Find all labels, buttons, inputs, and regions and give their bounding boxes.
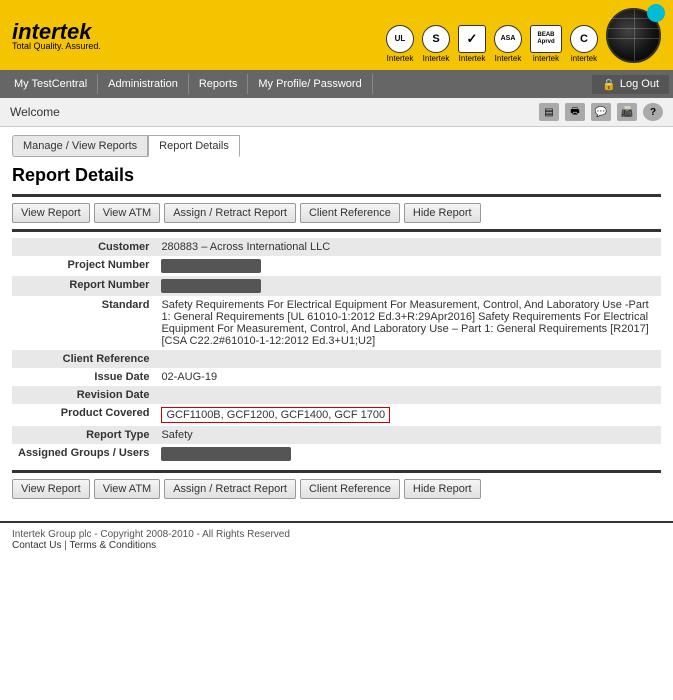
navbar: My TestCentral Administration Reports My… bbox=[0, 70, 673, 98]
nav-tab-profile[interactable]: My Profile/ Password bbox=[248, 74, 372, 94]
fax-icon[interactable]: 📠 bbox=[617, 103, 637, 121]
chat-icon[interactable]: 💬 bbox=[591, 103, 611, 121]
table-row-report-number: Report Number bbox=[12, 276, 661, 296]
cert-icons-row: UL Intertek S Intertek ✓ Intertek ASA In… bbox=[386, 8, 661, 63]
label-project-number: Project Number bbox=[12, 256, 155, 276]
client-reference-button-top[interactable]: Client Reference bbox=[300, 203, 400, 223]
divider-after-buttons bbox=[12, 229, 661, 232]
label-standard: Standard bbox=[12, 296, 155, 350]
nav-tab-administration[interactable]: Administration bbox=[98, 74, 189, 94]
table-row-product-covered: Product Covered GCF1100B, GCF1200, GCF14… bbox=[12, 404, 661, 426]
value-customer: 280883 – Across International LLC bbox=[155, 238, 661, 256]
breadcrumb-tab-details[interactable]: Report Details bbox=[148, 135, 240, 157]
lock-icon: 🔒 bbox=[602, 78, 616, 91]
logo: intertek Total Quality. Assured. bbox=[12, 19, 101, 51]
footer: Intertek Group plc - Copyright 2008-2010… bbox=[0, 521, 673, 557]
top-divider bbox=[12, 194, 661, 197]
value-project-number bbox=[155, 256, 661, 276]
breadcrumb-tab-manage[interactable]: Manage / View Reports bbox=[12, 135, 148, 157]
redacted-project-number bbox=[161, 259, 261, 273]
label-issue-date: Issue Date bbox=[12, 368, 155, 386]
cert-asa: ASA Intertek bbox=[494, 25, 522, 63]
redacted-assigned-groups bbox=[161, 447, 291, 461]
table-row-client-reference: Client Reference bbox=[12, 350, 661, 368]
value-assigned-groups bbox=[155, 444, 661, 464]
table-row-report-type: Report Type Safety bbox=[12, 426, 661, 444]
cert-icon-check: ✓ bbox=[458, 25, 486, 53]
content-area: Manage / View Reports Report Details Rep… bbox=[0, 127, 673, 513]
value-product-covered: GCF1100B, GCF1200, GCF1400, GCF 1700 bbox=[155, 404, 661, 426]
contact-us-link[interactable]: Contact Us bbox=[12, 540, 61, 551]
cert-icon-ul: UL bbox=[386, 25, 414, 53]
redacted-report-number bbox=[161, 279, 261, 293]
view-report-button-bottom[interactable]: View Report bbox=[12, 479, 90, 499]
page-title: Report Details bbox=[12, 165, 661, 186]
view-atm-button-bottom[interactable]: View ATM bbox=[94, 479, 161, 499]
value-client-reference bbox=[155, 350, 661, 368]
nav-tabs: My TestCentral Administration Reports My… bbox=[4, 74, 373, 94]
view-report-button-top[interactable]: View Report bbox=[12, 203, 90, 223]
cert-icon-asa: ASA bbox=[494, 25, 522, 53]
button-row-top: View Report View ATM Assign / Retract Re… bbox=[12, 203, 661, 223]
header: intertek Total Quality. Assured. UL Inte… bbox=[0, 0, 673, 70]
toolbar-icons: ▤ 🖶 💬 📠 ? bbox=[539, 103, 663, 121]
details-table: Customer 280883 – Across International L… bbox=[12, 238, 661, 464]
hide-report-button-bottom[interactable]: Hide Report bbox=[404, 479, 481, 499]
value-revision-date bbox=[155, 386, 661, 404]
cert-s: S Intertek bbox=[422, 25, 450, 63]
help-icon[interactable]: ? bbox=[643, 103, 663, 121]
nav-tab-reports[interactable]: Reports bbox=[189, 74, 249, 94]
label-product-covered: Product Covered bbox=[12, 404, 155, 426]
table-row-standard: Standard Safety Requirements For Electri… bbox=[12, 296, 661, 350]
nav-tab-mytestcentral[interactable]: My TestCentral bbox=[4, 74, 98, 94]
table-row-project-number: Project Number bbox=[12, 256, 661, 276]
rss-icon[interactable]: ▤ bbox=[539, 103, 559, 121]
cert-icon-s: S bbox=[422, 25, 450, 53]
teal-dot bbox=[647, 4, 665, 22]
hide-report-button-top[interactable]: Hide Report bbox=[404, 203, 481, 223]
cert-icon-beab: BEABAprvd bbox=[530, 25, 562, 53]
product-covered-value: GCF1100B, GCF1200, GCF1400, GCF 1700 bbox=[161, 407, 390, 423]
logout-button[interactable]: 🔒 Log Out bbox=[592, 75, 669, 94]
value-report-number bbox=[155, 276, 661, 296]
label-report-type: Report Type bbox=[12, 426, 155, 444]
globe-container bbox=[606, 8, 661, 63]
breadcrumb-tabs: Manage / View Reports Report Details bbox=[12, 135, 661, 157]
assign-retract-button-top[interactable]: Assign / Retract Report bbox=[164, 203, 296, 223]
value-issue-date: 02-AUG-19 bbox=[155, 368, 661, 386]
view-atm-button-top[interactable]: View ATM bbox=[94, 203, 161, 223]
cert-ul: UL Intertek bbox=[386, 25, 414, 63]
terms-conditions-link[interactable]: Terms & Conditions bbox=[69, 540, 156, 551]
cert-check: ✓ Intertek bbox=[458, 25, 486, 63]
welcome-text: Welcome bbox=[10, 105, 60, 119]
label-client-reference: Client Reference bbox=[12, 350, 155, 368]
footer-copyright: Intertek Group plc - Copyright 2008-2010… bbox=[12, 529, 661, 540]
footer-links: Contact Us | Terms & Conditions bbox=[12, 540, 661, 551]
button-row-bottom: View Report View ATM Assign / Retract Re… bbox=[12, 479, 661, 499]
table-row-issue-date: Issue Date 02-AUG-19 bbox=[12, 368, 661, 386]
cert-c: C intertek bbox=[570, 25, 598, 63]
assign-retract-button-bottom[interactable]: Assign / Retract Report bbox=[164, 479, 296, 499]
table-row-assigned-groups: Assigned Groups / Users bbox=[12, 444, 661, 464]
divider-before-bottom-buttons bbox=[12, 470, 661, 473]
cert-beab: BEABAprvd intertek bbox=[530, 25, 562, 63]
welcome-bar: Welcome ▤ 🖶 💬 📠 ? bbox=[0, 98, 673, 127]
cert-icon-c: C bbox=[570, 25, 598, 53]
client-reference-button-bottom[interactable]: Client Reference bbox=[300, 479, 400, 499]
label-customer: Customer bbox=[12, 238, 155, 256]
label-assigned-groups: Assigned Groups / Users bbox=[12, 444, 155, 464]
label-report-number: Report Number bbox=[12, 276, 155, 296]
table-row-revision-date: Revision Date bbox=[12, 386, 661, 404]
table-row-customer: Customer 280883 – Across International L… bbox=[12, 238, 661, 256]
logo-tagline: Total Quality. Assured. bbox=[12, 41, 101, 51]
print-icon[interactable]: 🖶 bbox=[565, 103, 585, 121]
label-revision-date: Revision Date bbox=[12, 386, 155, 404]
logo-area: intertek Total Quality. Assured. bbox=[12, 19, 101, 51]
value-report-type: Safety bbox=[155, 426, 661, 444]
value-standard: Safety Requirements For Electrical Equip… bbox=[155, 296, 661, 350]
